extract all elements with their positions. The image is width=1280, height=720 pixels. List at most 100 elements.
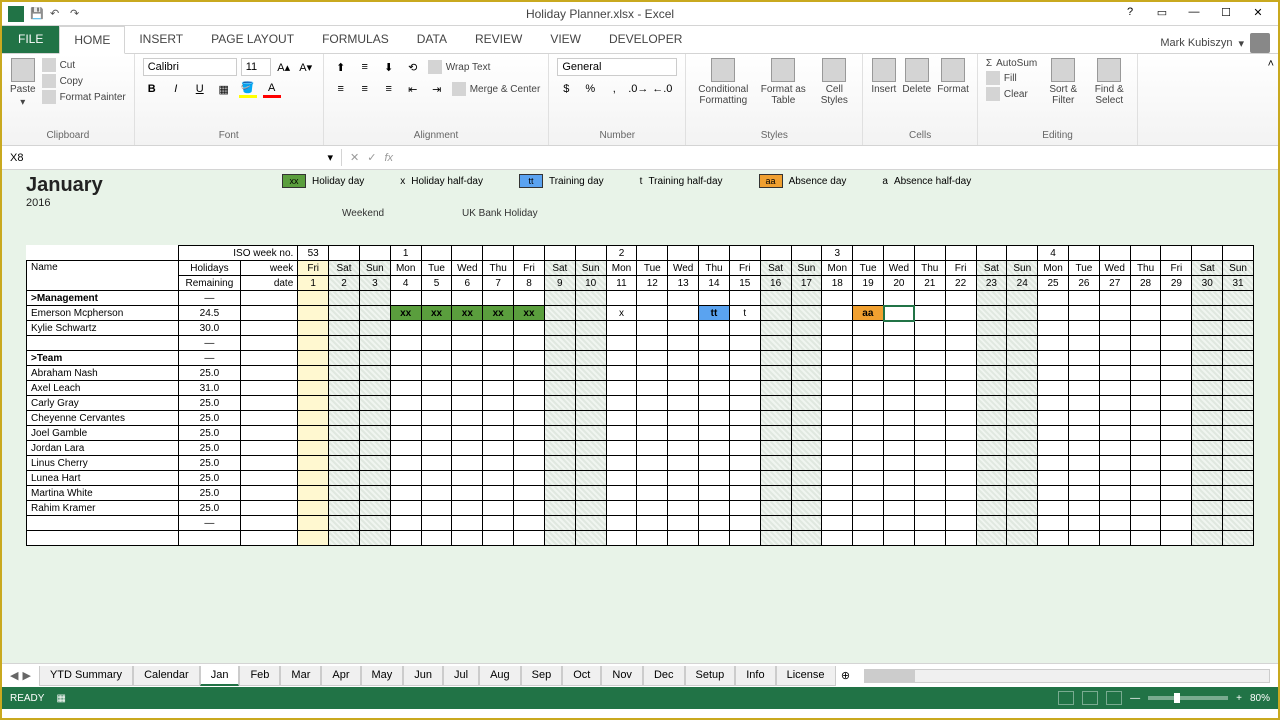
normal-view-button[interactable] [1058,691,1074,705]
sheet-tab-oct[interactable]: Oct [562,666,601,686]
decrease-indent-button[interactable]: ⇤ [404,80,422,98]
currency-button[interactable]: $ [557,80,575,98]
sheet-tab-sep[interactable]: Sep [521,666,563,686]
page-break-view-button[interactable] [1106,691,1122,705]
ribbon-tab-data[interactable]: DATA [403,26,461,53]
cell-styles-button[interactable]: Cell Styles [814,58,854,106]
decrease-decimal-button[interactable]: ←.0 [653,80,671,98]
tab-nav-prev[interactable]: ◀ [10,669,18,682]
sheet-tab-jun[interactable]: Jun [403,666,443,686]
fill-color-button[interactable]: 🪣 [239,80,257,98]
sheet-tab-aug[interactable]: Aug [479,666,521,686]
align-bottom-button[interactable]: ⬇ [380,58,398,76]
wrap-text-button[interactable]: Wrap Text [428,60,491,74]
ribbon-options-icon[interactable]: ▭ [1150,6,1174,22]
tab-nav-next[interactable]: ▶ [22,669,30,682]
sheet-tab-apr[interactable]: Apr [321,666,360,686]
zoom-out-button[interactable]: — [1130,693,1140,704]
increase-decimal-button[interactable]: .0→ [629,80,647,98]
zoom-level[interactable]: 80% [1250,693,1270,704]
delete-cells-button[interactable]: Delete [902,58,931,95]
format-painter-button[interactable]: Format Painter [42,90,126,104]
percent-button[interactable]: % [581,80,599,98]
cut-button[interactable]: Cut [42,58,126,72]
conditional-formatting-button[interactable]: Conditional Formatting [694,58,752,106]
cancel-formula-button[interactable]: ✕ [350,151,359,164]
close-button[interactable]: ✕ [1246,6,1270,22]
find-select-button[interactable]: Find & Select [1089,58,1129,106]
macro-recorder-icon[interactable]: ▦ [56,693,65,704]
sheet-tab-calendar[interactable]: Calendar [133,666,200,686]
sheet-tab-dec[interactable]: Dec [643,666,685,686]
add-sheet-button[interactable]: ⊕ [836,669,856,682]
user-avatar[interactable] [1250,33,1270,53]
align-middle-button[interactable]: ≡ [356,58,374,76]
sort-filter-button[interactable]: Sort & Filter [1043,58,1083,106]
merge-center-button[interactable]: Merge & Center [452,82,541,96]
italic-button[interactable]: I [167,80,185,98]
sheet-tab-jan[interactable]: Jan [200,666,240,686]
undo-icon[interactable]: ↶ [50,7,64,21]
horizontal-scrollbar[interactable] [864,669,1270,683]
sheet-tab-info[interactable]: Info [735,666,775,686]
eraser-icon [986,87,1000,101]
zoom-in-button[interactable]: + [1236,693,1242,704]
enter-formula-button[interactable]: ✓ [367,151,376,164]
insert-function-button[interactable]: fx [384,152,393,164]
border-button[interactable]: ▦ [215,80,233,98]
ribbon-tab-developer[interactable]: DEVELOPER [595,26,696,53]
align-left-button[interactable]: ≡ [332,80,350,98]
save-icon[interactable]: 💾 [30,7,44,21]
orientation-button[interactable]: ⟲ [404,58,422,76]
ribbon-tab-formulas[interactable]: FORMULAS [308,26,403,53]
formula-input[interactable] [401,150,1270,165]
worksheet-area[interactable]: January 2016 xxHoliday day xHoliday half… [2,170,1278,663]
minimize-button[interactable]: — [1182,6,1206,22]
copy-button[interactable]: Copy [42,74,126,88]
collapse-ribbon-button[interactable]: ˄ [1264,54,1278,145]
fill-button[interactable]: Fill [986,71,1037,85]
format-cells-button[interactable]: Format [937,58,969,95]
sheet-tab-license[interactable]: License [776,666,836,686]
underline-button[interactable]: U [191,80,209,98]
increase-indent-button[interactable]: ⇥ [428,80,446,98]
sheet-tab-setup[interactable]: Setup [685,666,736,686]
ribbon-tab-insert[interactable]: INSERT [125,26,197,53]
sheet-tab-ytd-summary[interactable]: YTD Summary [39,666,133,686]
align-center-button[interactable]: ≡ [356,80,374,98]
comma-button[interactable]: , [605,80,623,98]
align-right-button[interactable]: ≡ [380,80,398,98]
group-alignment: ⬆ ≡ ⬇ ⟲ Wrap Text ≡ ≡ ≡ ⇤ ⇥ Merge & Cent… [324,54,550,145]
sheet-tab-jul[interactable]: Jul [443,666,479,686]
sheet-tab-feb[interactable]: Feb [239,666,280,686]
planner-grid[interactable]: ISO week no.531234NameHolidaysweekFriSat… [26,245,1254,546]
number-format-select[interactable]: General [557,58,677,76]
help-icon[interactable]: ? [1118,6,1142,22]
name-box[interactable]: X8▾ [2,149,342,166]
sheet-tab-nov[interactable]: Nov [601,666,643,686]
font-color-button[interactable]: A [263,80,281,98]
font-name-select[interactable]: Calibri [143,58,237,76]
paste-button[interactable]: Paste▾ [10,58,36,108]
shrink-font-button[interactable]: A▾ [297,58,315,76]
sheet-tab-may[interactable]: May [361,666,404,686]
bold-button[interactable]: B [143,80,161,98]
zoom-slider[interactable] [1148,696,1228,700]
insert-cells-button[interactable]: Insert [871,58,896,95]
ribbon-tab-view[interactable]: VIEW [536,26,595,53]
sheet-tab-mar[interactable]: Mar [280,666,321,686]
grow-font-button[interactable]: A▴ [275,58,293,76]
ribbon-tab-home[interactable]: HOME [59,26,125,54]
ribbon-tab-file[interactable]: FILE [2,26,59,53]
user-name[interactable]: Mark Kubiszyn [1160,37,1232,49]
redo-icon[interactable]: ↷ [70,7,84,21]
ribbon-tab-review[interactable]: REVIEW [461,26,536,53]
font-size-select[interactable]: 11 [241,58,271,76]
clear-button[interactable]: Clear [986,87,1037,101]
page-layout-view-button[interactable] [1082,691,1098,705]
autosum-button[interactable]: ΣAutoSum [986,58,1037,69]
maximize-button[interactable]: ☐ [1214,6,1238,22]
align-top-button[interactable]: ⬆ [332,58,350,76]
format-as-table-button[interactable]: Format as Table [758,58,808,106]
ribbon-tab-page-layout[interactable]: PAGE LAYOUT [197,26,308,53]
